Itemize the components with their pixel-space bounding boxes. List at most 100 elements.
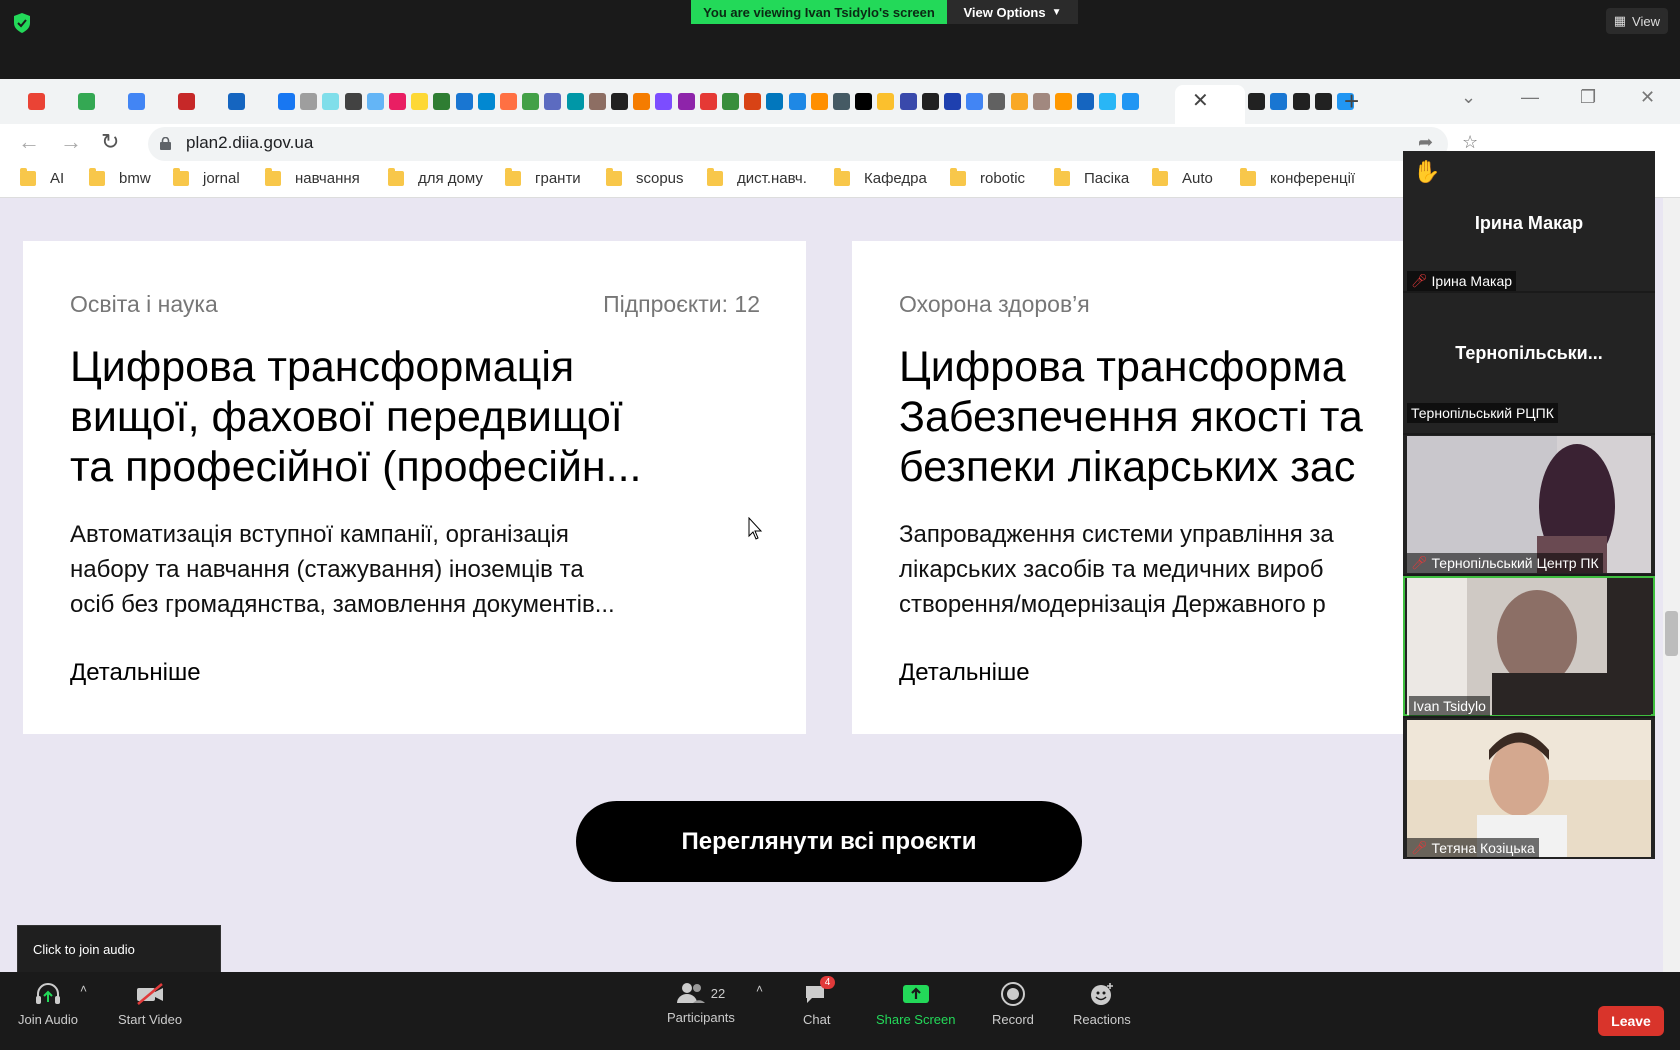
record-button[interactable]: Record: [992, 982, 1034, 1027]
bookmark-folder[interactable]: AI: [20, 168, 64, 187]
card-details-link[interactable]: Детальніше: [899, 659, 1030, 687]
pinned-tab-favicon-icon[interactable]: [228, 93, 245, 110]
pinned-tab-favicon-icon[interactable]: [722, 93, 739, 110]
pinned-tab-favicon-icon[interactable]: [1055, 93, 1072, 110]
view-all-projects-button[interactable]: Переглянути всі проєкти: [576, 801, 1082, 882]
back-icon[interactable]: ←: [18, 129, 40, 155]
project-card-education[interactable]: Освіта і наука Підпроєкти: 12 Цифрова тр…: [23, 241, 806, 734]
pinned-tab-favicon-icon[interactable]: [1248, 93, 1266, 110]
pinned-tab-favicon-icon[interactable]: [522, 93, 540, 110]
pinned-tab-favicon-icon[interactable]: [128, 93, 145, 110]
bookmark-folder[interactable]: гранти: [505, 168, 581, 187]
chat-button[interactable]: 4 Chat: [803, 976, 836, 1027]
pinned-tab-favicon-icon[interactable]: [699, 93, 717, 110]
bookmark-folder[interactable]: Кафедра: [834, 168, 927, 187]
pinned-tab-favicon-icon[interactable]: [366, 93, 384, 110]
bookmark-folder[interactable]: scopus: [606, 168, 684, 187]
pinned-tab-favicon-icon[interactable]: [877, 93, 895, 110]
new-tab-icon[interactable]: +: [1344, 86, 1359, 117]
close-tab-icon[interactable]: ✕: [1192, 88, 1209, 113]
participants-chevron-icon[interactable]: ˄: [756, 982, 763, 996]
share-screen-button[interactable]: Share Screen: [876, 982, 956, 1027]
tab-search-icon[interactable]: ⌄: [1461, 87, 1476, 108]
minimize-icon[interactable]: —: [1521, 87, 1539, 108]
bookmark-folder[interactable]: robotic: [950, 168, 1025, 187]
bookmark-folder[interactable]: для дому: [388, 168, 483, 187]
video-tile-iryna[interactable]: ✋ Ірина Макар 🎤︎ Ірина Макар: [1403, 151, 1655, 291]
reload-icon[interactable]: ↻: [101, 129, 119, 155]
pinned-tab-favicon-icon[interactable]: [500, 93, 517, 110]
pinned-tab-favicon-icon[interactable]: [1077, 93, 1095, 110]
close-window-icon[interactable]: ✕: [1640, 87, 1655, 108]
pinned-tab-favicon-icon[interactable]: [744, 93, 762, 110]
pinned-tab-favicon-icon[interactable]: [788, 93, 806, 110]
page-scrollbar[interactable]: [1663, 198, 1680, 972]
security-shield-icon[interactable]: [12, 12, 32, 34]
video-tile-rcpk[interactable]: Тернопільськи... Тернопільський РЦПК: [1403, 293, 1655, 433]
bookmark-folder[interactable]: bmw: [89, 168, 151, 187]
pinned-tab-favicon-icon[interactable]: [1032, 93, 1050, 110]
pinned-tab-favicon-icon[interactable]: [588, 93, 606, 110]
leave-button[interactable]: Leave: [1598, 1006, 1664, 1036]
pinned-tab-favicon-icon[interactable]: [178, 93, 195, 110]
reactions-button[interactable]: Reactions: [1073, 982, 1131, 1027]
bookmark-folder[interactable]: Пасіка: [1054, 168, 1129, 187]
pinned-tab-favicon-icon[interactable]: [433, 93, 451, 110]
pinned-tab-favicon-icon[interactable]: [921, 93, 939, 110]
pinned-tab-favicon-icon[interactable]: [389, 93, 406, 110]
pinned-tab-favicon-icon[interactable]: [766, 93, 784, 110]
pinned-tab-favicon-icon[interactable]: [477, 93, 495, 110]
pinned-tab-favicon-icon[interactable]: [344, 93, 362, 110]
participants-button[interactable]: 22 Participants: [667, 982, 735, 1025]
restore-icon[interactable]: ❐: [1580, 87, 1596, 108]
address-bar[interactable]: [148, 127, 1448, 161]
share-icon[interactable]: ➦: [1418, 132, 1433, 153]
pinned-tab-favicon-icon[interactable]: [300, 93, 318, 110]
pinned-tab-favicon-icon[interactable]: [1010, 93, 1028, 110]
video-tile-ivan[interactable]: Ivan Tsidylo: [1403, 576, 1655, 716]
join-audio-button[interactable]: Join Audio: [18, 982, 78, 1027]
pinned-tab-favicon-icon[interactable]: [28, 93, 45, 110]
start-video-button[interactable]: Start Video: [118, 982, 182, 1027]
pinned-tab-favicon-icon[interactable]: [1270, 93, 1288, 110]
bookmark-star-icon[interactable]: ☆: [1462, 132, 1478, 153]
pinned-tab-favicon-icon[interactable]: [833, 93, 850, 110]
pinned-tab-favicon-icon[interactable]: [1121, 93, 1139, 110]
pinned-tab-favicon-icon[interactable]: [544, 93, 562, 110]
video-tile-tetiana[interactable]: 🎤︎ Тетяна Козіцька: [1403, 718, 1655, 859]
view-options-button[interactable]: View Options ▼: [947, 0, 1078, 24]
pinned-tab-favicon-icon[interactable]: [566, 93, 584, 110]
pinned-tab-favicon-icon[interactable]: [1314, 93, 1332, 110]
pinned-tab-favicon-icon[interactable]: [611, 93, 628, 110]
pinned-tab-favicon-icon[interactable]: [411, 93, 429, 110]
pinned-tab-favicon-icon[interactable]: [966, 93, 984, 110]
pinned-tab-favicon-icon[interactable]: [810, 93, 828, 110]
audio-options-chevron-icon[interactable]: ˄: [80, 982, 87, 996]
active-tab[interactable]: [1175, 85, 1245, 124]
pinned-tab-favicon-icon[interactable]: [78, 93, 95, 110]
pinned-tab-favicon-icon[interactable]: [988, 93, 1006, 110]
pinned-tab-favicon-icon[interactable]: [899, 93, 917, 110]
folder-icon: [1054, 168, 1070, 186]
bookmark-folder[interactable]: навчання: [265, 168, 360, 187]
forward-icon[interactable]: →: [60, 129, 82, 155]
bookmark-folder[interactable]: jornal: [173, 168, 240, 187]
bookmark-folder[interactable]: конференції: [1240, 168, 1355, 187]
pinned-tab-favicon-icon[interactable]: [633, 93, 651, 110]
pinned-tab-favicon-icon[interactable]: [944, 93, 961, 110]
pinned-tab-favicon-icon[interactable]: [855, 93, 873, 110]
pinned-tab-favicon-icon[interactable]: [677, 93, 695, 110]
pinned-tab-favicon-icon[interactable]: [322, 93, 340, 110]
bookmark-folder[interactable]: Auto: [1152, 168, 1213, 187]
video-tile-centr-pk[interactable]: 🎤︎ Тернопільський Центр ПК: [1403, 435, 1655, 574]
zoom-top-bar: You are viewing Ivan Tsidylo's screen Vi…: [0, 0, 1680, 79]
pinned-tab-favicon-icon[interactable]: [455, 93, 473, 110]
pinned-tab-favicon-icon[interactable]: [655, 93, 673, 110]
bookmark-folder[interactable]: дист.навч.: [707, 168, 807, 187]
pinned-tab-favicon-icon[interactable]: [278, 93, 295, 110]
pinned-tab-favicon-icon[interactable]: [1099, 93, 1117, 110]
card-details-link[interactable]: Детальніше: [70, 659, 201, 687]
view-button[interactable]: ▦ View: [1605, 8, 1668, 34]
scrollbar-thumb[interactable]: [1665, 611, 1678, 656]
pinned-tab-favicon-icon[interactable]: [1292, 93, 1310, 110]
